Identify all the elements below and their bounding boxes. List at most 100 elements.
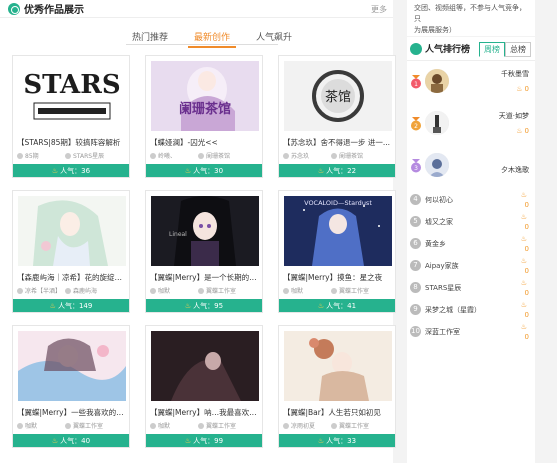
ranking-item[interactable]: 10 深蓝工作室 ♨ 0 <box>407 323 535 345</box>
work-team: 翼蝶工作室 <box>331 286 369 295</box>
svg-text:茶馆: 茶馆 <box>325 89 351 105</box>
work-meta: 咖默 翼蝶工作室 <box>17 421 127 430</box>
work-author: 咖默 <box>150 286 198 295</box>
team-icon <box>331 287 337 294</box>
flame-icon: ♨ <box>520 213 527 221</box>
work-title[interactable]: 【翼蝶|Merry】一些我喜欢的部... <box>17 407 127 418</box>
team-icon <box>198 152 204 159</box>
work-card[interactable]: 【翼蝶|Merry】呐…我最喜欢你... 咖默 翼蝶工作室 ♨ 人气：99 <box>145 325 263 448</box>
tab-weekly[interactable]: 周榜 <box>479 42 505 57</box>
tab-rising[interactable]: 人气飙升 <box>250 30 298 48</box>
ranking-item[interactable]: 9 采梦之城（星霞） ♨ 0 <box>407 301 535 323</box>
work-card[interactable]: 茶馆 【苏念玖】舍不得退一步 进一... 苏念玖 阑珊茶馆 ♨ 人气：22 <box>278 55 396 178</box>
ranking-name[interactable]: 夕木逸歌 <box>501 165 529 175</box>
page: 优秀作品展示 更多 热门推荐 最新创作 人气飙升 STARS 【STARS|85… <box>0 0 557 463</box>
ranking-title: 人气排行榜 <box>425 45 471 55</box>
work-author: 凉雨初夏 <box>283 421 331 430</box>
flame-icon: ♨ <box>49 301 56 310</box>
work-card[interactable]: 【翼蝶|Bar】人生若只如初见 凉雨初夏 翼蝶工作室 ♨ 人气：33 <box>278 325 396 448</box>
work-thumbnail[interactable] <box>284 331 392 401</box>
work-team: STARS星辰 <box>65 151 104 160</box>
ranking-item[interactable]: 8 STARS星辰 ♨ 0 <box>407 279 535 301</box>
work-thumbnail[interactable] <box>18 196 126 266</box>
work-author: 咖默 <box>17 421 65 430</box>
work-thumbnail[interactable] <box>151 331 259 401</box>
team-icon <box>331 422 337 429</box>
flame-icon: ♨ <box>516 85 523 93</box>
flame-icon: ♨ <box>184 436 192 445</box>
work-card[interactable]: Lineal 【翼蝶|Merry】是一个长期的堆... 咖默 翼蝶工作室 ♨ 人气… <box>145 190 263 313</box>
user-icon <box>150 287 156 294</box>
ranking-name[interactable]: Aipay家族 <box>425 261 459 271</box>
team-icon <box>65 422 71 429</box>
work-card[interactable]: 阑珊茶馆 【蝶娅澜】-囚光<< 岭曦、 阑珊茶馆 ♨ 人气：30 <box>145 55 263 178</box>
ranking-name[interactable]: 何以初心 <box>425 195 453 205</box>
work-thumbnail[interactable] <box>18 331 126 401</box>
rank-number: 7 <box>410 260 421 271</box>
user-icon <box>283 287 289 294</box>
work-thumbnail[interactable]: STARS <box>18 61 126 131</box>
flame-icon: ♨ <box>520 323 527 331</box>
flame-icon: ♨ <box>520 301 527 309</box>
ranking-name[interactable]: 墟又之家 <box>425 217 453 227</box>
ranking-item[interactable]: 5 墟又之家 ♨ 0 <box>407 213 535 235</box>
work-thumbnail[interactable]: 茶馆 <box>284 61 392 131</box>
work-thumbnail[interactable]: Lineal <box>151 196 259 266</box>
ranking-item[interactable]: 6 黄金乡 ♨ 0 <box>407 235 535 257</box>
work-title[interactable]: 【翼蝶|Merry】摸鱼：星之夜 <box>283 272 393 283</box>
work-card[interactable]: VOCALOID—Stardust 【翼蝶|Merry】摸鱼：星之夜 咖默 翼蝶… <box>278 190 396 313</box>
work-title[interactable]: 【森鹿屿海｜凉希】花的旋绽，... <box>17 272 127 283</box>
work-title[interactable]: 【翼蝶|Merry】是一个长期的堆... <box>150 272 260 283</box>
ranking-item[interactable]: 4 何以初心 ♨ 0 <box>407 191 535 213</box>
ranking-name[interactable]: STARS星辰 <box>425 283 461 293</box>
tabs-divider <box>126 44 278 45</box>
svg-text:1: 1 <box>414 81 418 88</box>
ranking-name[interactable]: 深蓝工作室 <box>425 327 460 337</box>
work-team: 阑珊茶馆 <box>198 151 230 160</box>
work-author: 凉希【半酒】 <box>17 286 65 295</box>
ranking-name[interactable]: 采梦之城（星霞） <box>425 305 481 315</box>
ranking-item[interactable]: 1 千秋墨雪 ♨ 0 <box>407 67 535 101</box>
flame-icon: ♨ <box>317 436 325 445</box>
popularity-bar: ♨ 人气：22 <box>279 164 395 177</box>
ranking-name[interactable]: 千秋墨雪 <box>501 69 529 79</box>
ranking-name[interactable]: 黄金乡 <box>425 239 446 249</box>
flame-icon: ♨ <box>516 127 523 135</box>
work-author: 岭曦、 <box>150 151 198 160</box>
ranking-score-value: 0 <box>524 267 529 275</box>
popularity-bar: ♨ 人气：36 <box>13 164 129 177</box>
more-link[interactable]: 更多 <box>371 4 387 15</box>
team-icon <box>65 287 71 294</box>
popularity-bar: ♨ 人气：99 <box>146 434 262 447</box>
avatar[interactable] <box>425 69 449 93</box>
team-icon <box>198 287 204 294</box>
rank-number: 8 <box>410 282 421 293</box>
work-title[interactable]: 【翼蝶|Merry】呐…我最喜欢你... <box>150 407 260 418</box>
avatar[interactable] <box>425 111 449 135</box>
avatar[interactable] <box>425 153 449 177</box>
rank-number: 9 <box>410 304 421 315</box>
work-title[interactable]: 【蝶娅澜】-囚光<< <box>150 137 260 148</box>
ranking-score: ♨ <box>521 323 529 331</box>
work-title[interactable]: 【苏念玖】舍不得退一步 进一... <box>283 137 393 148</box>
work-title[interactable]: 【翼蝶|Bar】人生若只如初见 <box>283 407 393 418</box>
ranking-item[interactable]: 2 天道·如梦 ♨ 0 <box>407 109 535 143</box>
work-team: 翼蝶工作室 <box>65 421 103 430</box>
ranking-item[interactable]: 7 Aipay家族 ♨ 0 <box>407 257 535 279</box>
work-thumbnail[interactable]: VOCALOID—Stardust <box>284 196 392 266</box>
tab-hot[interactable]: 热门推荐 <box>126 30 174 48</box>
tab-total[interactable]: 总榜 <box>505 42 531 57</box>
ranking-name[interactable]: 天道·如梦 <box>499 111 529 121</box>
ranking-score: ♨ <box>521 235 529 243</box>
tab-newest[interactable]: 最新创作 <box>188 30 237 48</box>
work-card[interactable]: 【森鹿屿海｜凉希】花的旋绽，... 凉希【半酒】 森鹿屿海 ♨ 人气：149 <box>12 190 130 313</box>
work-thumbnail[interactable]: 阑珊茶馆 <box>151 61 259 131</box>
svg-text:3: 3 <box>414 165 418 172</box>
popularity-bar: ♨ 人气：149 <box>13 299 129 312</box>
work-card[interactable]: 【翼蝶|Merry】一些我喜欢的部... 咖默 翼蝶工作室 ♨ 人气：40 <box>12 325 130 448</box>
rank-number: 4 <box>410 194 421 205</box>
work-title[interactable]: 【STARS|85期】较搞阵容解析 <box>17 137 127 148</box>
ranking-item[interactable]: 3 夕木逸歌 <box>407 151 535 185</box>
rank-number: 10 <box>410 326 421 337</box>
work-card[interactable]: STARS 【STARS|85期】较搞阵容解析 85期 STARS星辰 ♨ 人气：… <box>12 55 130 178</box>
